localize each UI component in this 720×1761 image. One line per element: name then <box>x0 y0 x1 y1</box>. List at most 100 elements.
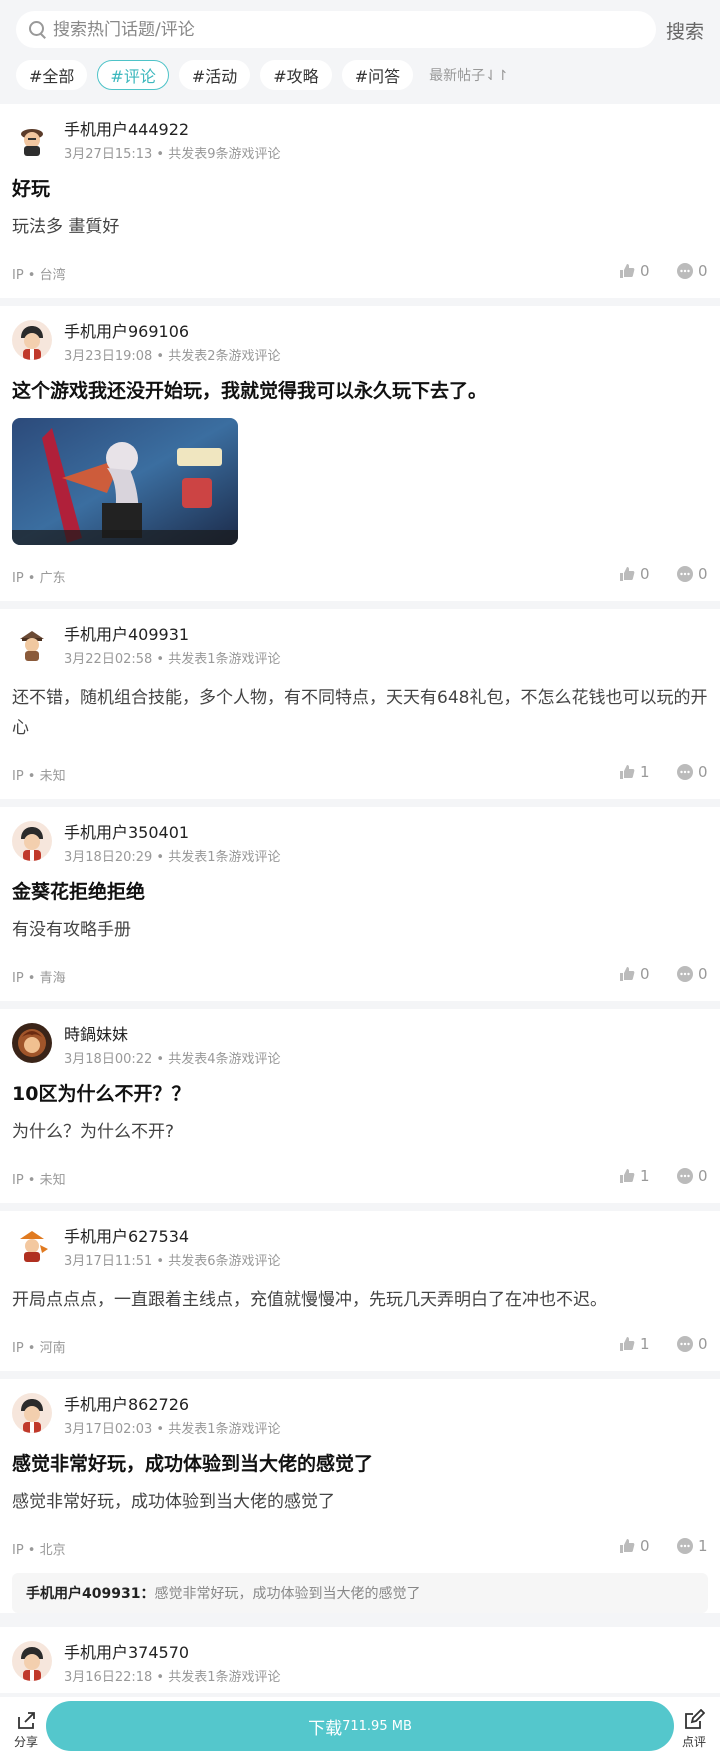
post-body: 有没有攻略手册 <box>12 920 131 940</box>
avatar[interactable] <box>12 1023 52 1063</box>
comment-button[interactable]: 0 <box>676 763 708 781</box>
username[interactable]: 手机用户409931 <box>64 621 189 645</box>
top-bar: 搜索 #全部 #评论 #活动 #攻略 #问答 最新帖子⇃↾ <box>0 0 720 104</box>
username[interactable]: 手机用户374570 <box>64 1639 189 1663</box>
username[interactable]: 手机用户350401 <box>64 819 189 843</box>
reply-username: 手机用户409931： <box>26 1586 155 1602</box>
tag-events[interactable]: #活动 <box>178 59 251 90</box>
comment-count: 0 <box>698 262 708 280</box>
ip-location: IP • 台湾 <box>12 268 66 283</box>
comment-count: 0 <box>698 965 708 983</box>
comment-icon <box>677 1538 693 1554</box>
like-button[interactable]: 0 <box>618 565 650 583</box>
comment-count: 0 <box>698 1335 708 1353</box>
avatar[interactable] <box>12 320 52 360</box>
reply-text: 感觉非常好玩，成功体验到当大佬的感觉了 <box>154 1586 421 1602</box>
avatar[interactable] <box>12 821 52 861</box>
username[interactable]: 手机用户969106 <box>64 318 189 342</box>
search-box[interactable] <box>16 11 656 48</box>
post-card[interactable]: 手机用户627534 3月17日11:51 • 共发表6条游戏评论 开局点点点，… <box>0 1211 720 1371</box>
tag-bar: #全部 #评论 #活动 #攻略 #问答 最新帖子⇃↾ <box>16 59 509 90</box>
sort-selector[interactable]: 最新帖子⇃↾ <box>429 65 508 85</box>
post-meta: 3月27日15:13 • 共发表9条游戏评论 <box>64 147 281 162</box>
like-count: 0 <box>640 262 650 280</box>
tag-reviews[interactable]: #评论 <box>97 59 169 90</box>
tag-guides[interactable]: #攻略 <box>260 59 332 90</box>
ip-location: IP • 北京 <box>12 1543 66 1558</box>
post-meta: 3月17日02:03 • 共发表1条游戏评论 <box>64 1422 281 1437</box>
like-button[interactable]: 0 <box>618 262 650 280</box>
username[interactable]: 手机用户862726 <box>64 1391 189 1415</box>
bottom-bar: 分享 下载 711.95 MB 点评 <box>0 1697 720 1761</box>
review-button[interactable]: 点评 <box>674 1709 714 1750</box>
like-count: 1 <box>640 763 650 781</box>
search-button[interactable]: 搜索 <box>666 17 704 44</box>
post-card[interactable]: 手机用户409931 3月22日02:58 • 共发表1条游戏评论 还不错，随机… <box>0 609 720 799</box>
like-button[interactable]: 1 <box>618 763 650 781</box>
share-button[interactable]: 分享 <box>6 1709 46 1750</box>
like-button[interactable]: 1 <box>618 1335 650 1353</box>
post-body: 开局点点点，一直跟着主线点，充值就慢慢冲，先玩几天弄明白了在冲也不迟。 <box>12 1290 607 1310</box>
post-title: 感觉非常好玩，成功体验到当大佬的感觉了 <box>12 1453 374 1475</box>
avatar[interactable] <box>12 1393 52 1433</box>
thumbs-up-icon <box>620 1169 635 1183</box>
thumbs-up-icon <box>620 264 635 278</box>
avatar[interactable] <box>12 1225 52 1265</box>
username[interactable]: 手机用户444922 <box>64 116 189 140</box>
download-button[interactable]: 下载 711.95 MB <box>46 1701 674 1751</box>
search-input[interactable] <box>53 19 613 40</box>
post-title: 10区为什么不开？？ <box>12 1083 191 1105</box>
post-feed: 手机用户444922 3月27日15:13 • 共发表9条游戏评论 好玩 玩法多… <box>0 104 720 1701</box>
like-count: 0 <box>640 1537 650 1555</box>
comment-button[interactable]: 0 <box>676 1335 708 1353</box>
comment-icon <box>677 966 693 982</box>
post-card[interactable]: 時鍋妹妹 3月18日00:22 • 共发表4条游戏评论 10区为什么不开？？ 为… <box>0 1009 720 1203</box>
post-card[interactable]: 手机用户969106 3月23日19:08 • 共发表2条游戏评论 这个游戏我还… <box>0 306 720 601</box>
comment-button[interactable]: 0 <box>676 262 708 280</box>
ip-location: IP • 青海 <box>12 971 66 986</box>
review-label: 点评 <box>681 1735 706 1749</box>
avatar[interactable] <box>12 1641 52 1681</box>
like-count: 0 <box>640 965 650 983</box>
reply-preview[interactable]: 手机用户409931：感觉非常好玩，成功体验到当大佬的感觉了 <box>12 1573 708 1613</box>
comment-button[interactable]: 1 <box>676 1537 708 1555</box>
post-body: 为什么？为什么不开? <box>12 1122 175 1142</box>
post-body: 感觉非常好玩，成功体验到当大佬的感觉了 <box>12 1492 335 1512</box>
comment-button[interactable]: 0 <box>676 565 708 583</box>
comment-count: 0 <box>698 1167 708 1185</box>
tag-all[interactable]: #全部 <box>16 59 88 90</box>
username[interactable]: 時鍋妹妹 <box>64 1021 128 1045</box>
post-body: 还不错，随机组合技能，多个人物，有不同特点，天天有648礼包，不怎么花钱也可以玩… <box>12 688 708 738</box>
thumbs-up-icon <box>620 1337 635 1351</box>
comment-count: 0 <box>698 763 708 781</box>
comment-button[interactable]: 0 <box>676 965 708 983</box>
tag-qa[interactable]: #问答 <box>341 59 414 90</box>
post-meta: 3月18日20:29 • 共发表1条游戏评论 <box>64 850 281 865</box>
download-label: 下载 <box>308 1718 343 1739</box>
ip-location: IP • 未知 <box>12 1173 66 1188</box>
avatar[interactable] <box>12 623 52 663</box>
post-image[interactable] <box>12 418 238 545</box>
post-card[interactable]: 手机用户374570 3月16日22:18 • 共发表1条游戏评论 <box>0 1627 720 1693</box>
comment-icon <box>677 1336 693 1352</box>
ip-location: IP • 河南 <box>12 1341 66 1356</box>
post-body: 玩法多 畫質好 <box>12 217 120 237</box>
post-title: 金葵花拒绝拒绝 <box>12 881 146 903</box>
post-card[interactable]: 手机用户444922 3月27日15:13 • 共发表9条游戏评论 好玩 玩法多… <box>0 104 720 298</box>
like-button[interactable]: 0 <box>618 1537 650 1555</box>
thumbs-up-icon <box>620 765 635 779</box>
like-count: 1 <box>640 1167 650 1185</box>
avatar[interactable] <box>12 118 52 158</box>
comment-button[interactable]: 0 <box>676 1167 708 1185</box>
post-card[interactable]: 手机用户862726 3月17日02:03 • 共发表1条游戏评论 感觉非常好玩… <box>0 1379 720 1613</box>
post-meta: 3月22日02:58 • 共发表1条游戏评论 <box>64 652 281 667</box>
download-size: 711.95 MB <box>342 1718 412 1734</box>
comment-icon <box>677 1168 693 1184</box>
post-meta: 3月23日19:08 • 共发表2条游戏评论 <box>64 349 281 364</box>
post-card[interactable]: 手机用户350401 3月18日20:29 • 共发表1条游戏评论 金葵花拒绝拒… <box>0 807 720 1001</box>
like-button[interactable]: 0 <box>618 965 650 983</box>
edit-icon <box>685 1709 705 1729</box>
username[interactable]: 手机用户627534 <box>64 1223 189 1247</box>
like-button[interactable]: 1 <box>618 1167 650 1185</box>
post-meta: 3月18日00:22 • 共发表4条游戏评论 <box>64 1052 281 1067</box>
